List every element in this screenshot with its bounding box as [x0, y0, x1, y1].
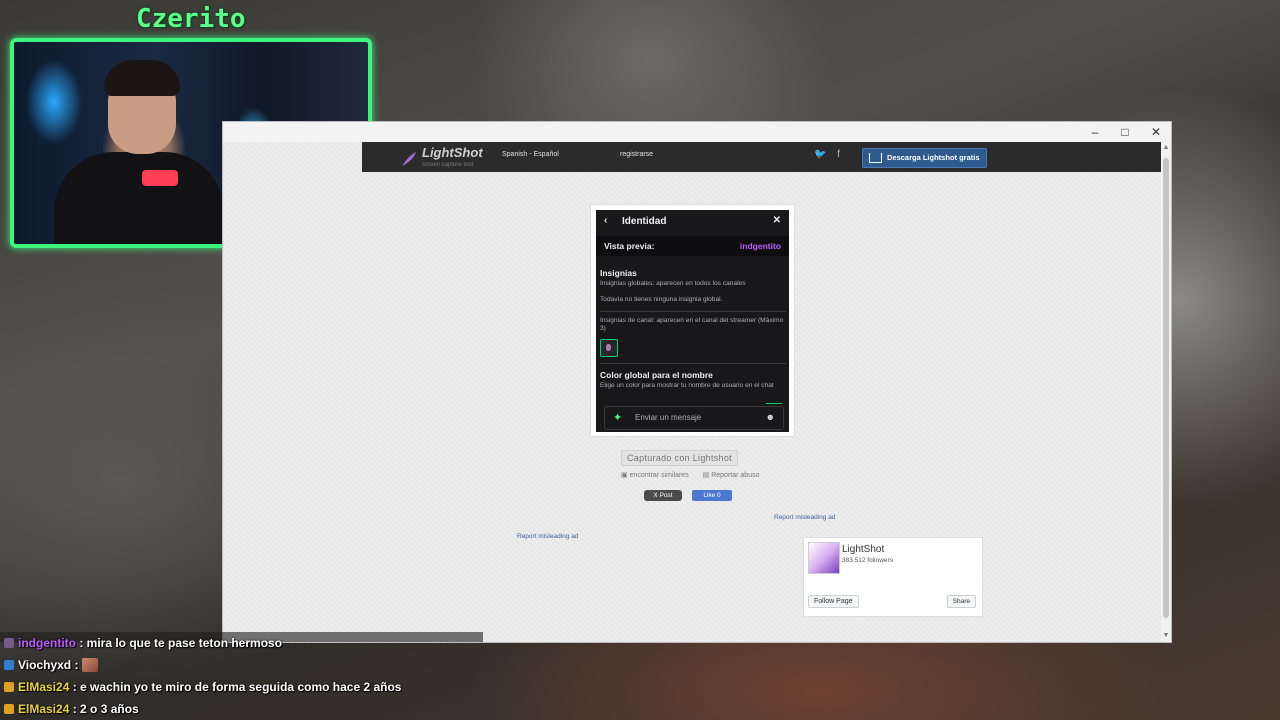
lightshot-logo[interactable]: LightShot screen capture tool — [400, 145, 483, 171]
preview-row: Vista previa: indgentito — [596, 236, 789, 256]
chat-message: ElMasi24 : e wachin yo te miro de forma … — [0, 676, 483, 698]
facebook-icon[interactable]: f — [837, 149, 840, 160]
window-titlebar[interactable]: – □ ✕ — [223, 122, 1171, 142]
webcam-microphone — [142, 170, 178, 186]
user-badge-icon — [4, 660, 14, 670]
fb-followers: 383.512 followers — [842, 557, 893, 564]
color-title: Color global para el nombre — [600, 370, 713, 380]
scroll-up-icon[interactable]: ▲ — [1162, 144, 1170, 152]
stream-chat: indgentito : mira lo que te pase teton h… — [0, 632, 483, 720]
vertical-scrollbar[interactable]: ▲ ▼ — [1161, 142, 1171, 642]
channel-badge — [600, 339, 618, 357]
facebook-page-widget: LightShot 383.512 followers Follow Page … — [803, 537, 983, 617]
screenshot-image[interactable]: ‹ Identidad ✕ Vista previa: indgentito I… — [590, 204, 795, 437]
action-links: ▣ encontrar similares ▤ Reportar abuso — [621, 471, 771, 479]
preview-label: Vista previa: — [604, 241, 655, 251]
chat-text: : 2 o 3 años — [72, 702, 139, 716]
captured-with-button[interactable]: Capturado con Lightshot — [621, 450, 738, 466]
color-desc: Elige un color para mostrar tu nombre de… — [600, 382, 774, 389]
emote-icon — [81, 658, 98, 672]
download-button[interactable]: Descarga Lightshot gratis — [862, 148, 987, 168]
browser-window: – □ ✕ LightShot screen capture tool Spani… — [222, 121, 1172, 643]
scroll-down-icon[interactable]: ▼ — [1162, 632, 1170, 640]
color-indicator — [766, 403, 782, 404]
social-links: 🐦 f — [814, 149, 848, 160]
share-button[interactable]: Share — [946, 595, 976, 608]
scroll-thumb[interactable] — [1163, 158, 1169, 618]
sparkle-icon: ✦ — [613, 412, 623, 424]
preview-username: indgentito — [739, 241, 781, 251]
chat-text: : — [74, 658, 79, 672]
user-badge-icon — [4, 704, 14, 714]
download-icon — [869, 153, 882, 163]
chat-username: ElMasi24 — [18, 680, 70, 694]
badges-title: Insignias — [600, 268, 637, 278]
find-similar-link[interactable]: ▣ encontrar similares — [621, 472, 695, 479]
no-global-badges: Todavía no tienes ninguna insignia globa… — [600, 296, 723, 303]
chat-username: ElMasi24 — [18, 702, 70, 716]
page-thumbnail[interactable] — [808, 542, 840, 574]
language-selector[interactable]: Spanish - Español — [502, 151, 559, 158]
divider — [600, 311, 786, 312]
download-label: Descarga Lightshot gratis — [887, 153, 980, 162]
emote-icon: ☻ — [765, 412, 775, 422]
webcam-hair — [104, 60, 180, 96]
streamer-name: Czerito — [136, 4, 246, 34]
chat-message: ElMasi24 : 2 o 3 años — [0, 698, 483, 720]
maximize-button[interactable]: □ — [1115, 124, 1135, 140]
chat-username: indgentito — [18, 636, 76, 650]
fb-page-name[interactable]: LightShot — [842, 544, 884, 555]
identity-panel: ‹ Identidad ✕ Vista previa: indgentito I… — [596, 210, 789, 432]
back-icon: ‹ — [604, 215, 608, 226]
chat-text: : mira lo que te pase teton hermoso — [79, 636, 283, 650]
x-post-button[interactable]: X Post — [644, 490, 682, 501]
fb-like-button[interactable]: Like 0 — [692, 490, 732, 501]
global-badges-desc: Insignias globales: aparecen en todos lo… — [600, 280, 746, 287]
close-window-button[interactable]: ✕ — [1146, 124, 1166, 140]
chat-message: indgentito : mira lo que te pase teton h… — [0, 632, 483, 654]
register-link[interactable]: registrarse — [620, 151, 653, 158]
chat-input: ✦ Enviar un mensaje ☻ — [604, 406, 784, 430]
user-badge-icon — [4, 638, 14, 648]
webcam-shirt — [54, 152, 224, 244]
logo-text: LightShot screen capture tool — [422, 145, 483, 168]
minimize-button[interactable]: – — [1085, 124, 1105, 140]
divider — [600, 363, 786, 364]
report-ad-link[interactable]: Report misleading ad — [774, 514, 835, 521]
report-abuse-link[interactable]: ▤ Reportar abuso — [703, 472, 766, 479]
twitter-icon[interactable]: 🐦 — [814, 149, 826, 160]
channel-badges-desc: Insignias de canal: aparecen en el canal… — [600, 317, 784, 332]
follow-page-button[interactable]: Follow Page — [808, 595, 859, 608]
site-header: LightShot screen capture tool Spanish - E… — [362, 142, 1161, 172]
chat-message: Viochyxd : — [0, 654, 483, 676]
panel-title: Identidad — [622, 216, 667, 227]
user-badge-icon — [4, 682, 14, 692]
chat-text: : e wachin yo te miro de forma seguida c… — [72, 680, 402, 694]
close-icon: ✕ — [772, 215, 781, 226]
page-content: LightShot screen capture tool Spanish - E… — [223, 142, 1161, 642]
feather-icon — [402, 152, 416, 166]
panel-header: ‹ Identidad ✕ — [596, 210, 789, 232]
report-ad-link[interactable]: Report misleading ad — [517, 533, 578, 540]
chat-username: Viochyxd — [18, 658, 72, 672]
chat-placeholder: Enviar un mensaje — [635, 413, 702, 422]
